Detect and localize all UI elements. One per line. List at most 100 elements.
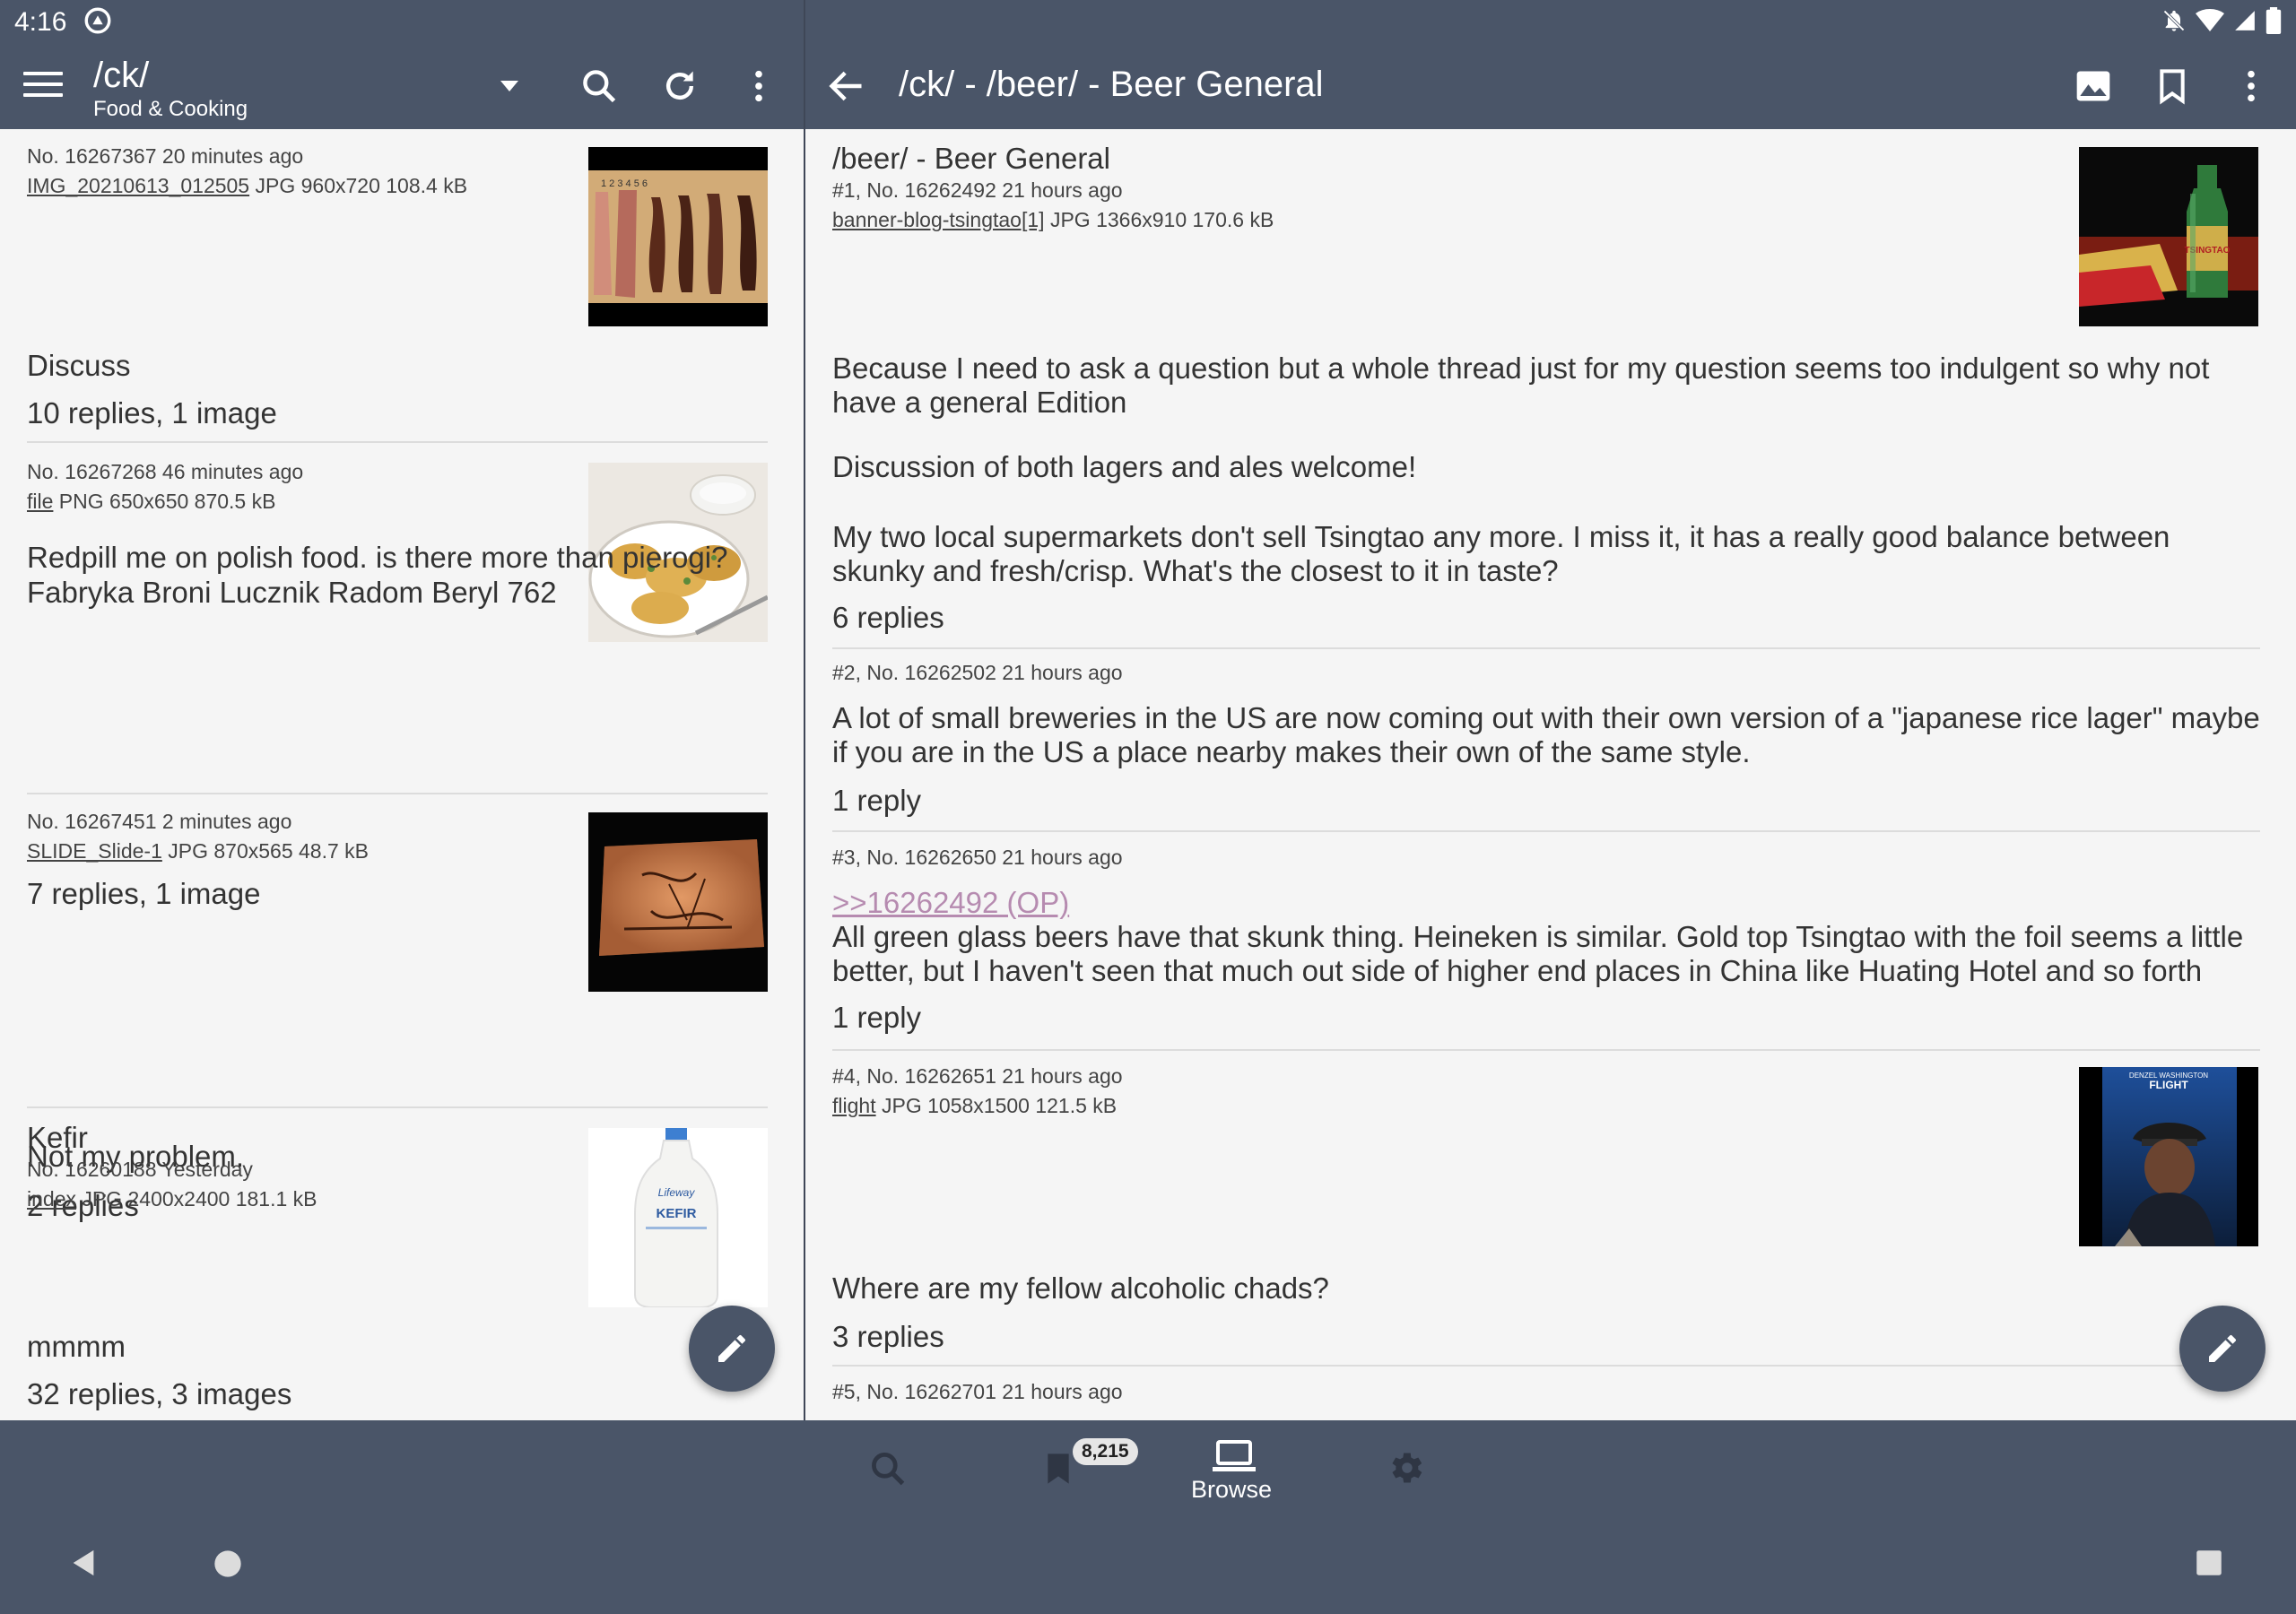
reply-count: 32 replies, 3 images [27, 1377, 292, 1410]
file-link[interactable]: IMG_20210613_012505 [27, 174, 249, 197]
reply-body: Where are my fellow alcoholic chads? [832, 1271, 2267, 1306]
panel-divider [804, 0, 805, 1420]
svg-text:FLIGHT: FLIGHT [2149, 1079, 2188, 1091]
back-arrow-icon[interactable] [827, 66, 866, 106]
separator [832, 830, 2260, 832]
op-subject: /beer/ - Beer General [832, 142, 1110, 175]
catalog-reply-button[interactable] [689, 1306, 775, 1392]
reply-post: #5, No. 16262701 21 hours ago [832, 1377, 2267, 1407]
thread-comment: mmmm [27, 1330, 126, 1363]
more-vert-icon[interactable] [741, 66, 777, 106]
pencil-icon [2209, 1335, 2236, 1362]
status-time: 4:16 [14, 7, 67, 37]
thread-thumbnail[interactable]: Lifeway KEFIR [588, 1128, 768, 1307]
file-link[interactable]: SLIDE_Slide-1 [27, 839, 162, 863]
board-title: /ck/ [93, 56, 150, 95]
post-replies[interactable]: 1 reply [832, 784, 2267, 818]
separator [27, 441, 768, 443]
top-bar: 4:16 /ck/ Food & Cooking /ck/ - /beer/ -… [0, 0, 2296, 129]
thread-title: /ck/ - /beer/ - Beer General [899, 65, 1324, 104]
file-link[interactable]: file [27, 490, 53, 513]
separator [832, 1049, 2260, 1051]
quote-link[interactable]: >>16262492 (OP) [832, 886, 2267, 920]
op-paragraph: My two local supermarkets don't sell Tsi… [832, 520, 2170, 587]
reply-post: #2, No. 16262502 21 hours ago [832, 658, 2267, 688]
svg-text:Lifeway: Lifeway [658, 1186, 696, 1199]
file-info: banner-blog-tsingtao[1] JPG 1366x910 170… [832, 208, 1274, 231]
status-icons [2161, 7, 2282, 34]
post-meta: #4, No. 16262651 21 hours ago [832, 1064, 1123, 1088]
system-back-icon[interactable] [68, 1548, 99, 1578]
catalog-replies: 32 replies, 3 images [27, 1377, 768, 1411]
file-link[interactable]: banner-blog-tsingtao[1] [832, 208, 1045, 231]
nav-settings-icon[interactable] [1385, 1447, 1426, 1488]
nav-search-icon[interactable] [868, 1449, 908, 1488]
reply-count: 10 replies, 1 image [27, 396, 277, 430]
op-body: Because I need to ask a question but a w… [832, 351, 2267, 420]
file-link[interactable]: flight [832, 1094, 876, 1117]
signal-icon [2235, 11, 2255, 30]
nav-bookmarks-icon[interactable] [1040, 1447, 1076, 1490]
system-recents-icon[interactable] [2196, 1549, 2222, 1576]
pencil-icon [718, 1335, 745, 1362]
thread-thumbnail[interactable]: 1 2 3 4 5 6 [588, 147, 768, 326]
gallery-icon[interactable] [2074, 66, 2113, 106]
search-icon[interactable] [579, 66, 619, 106]
thread-view: /beer/ - Beer General #1, No. 16262492 2… [805, 129, 2296, 1420]
reply-count[interactable]: 6 replies [832, 601, 2267, 635]
separator [832, 647, 2260, 649]
post-meta: #1, No. 16262492 21 hours ago [832, 178, 1123, 202]
bookmarks-badge: 8,215 [1073, 1438, 1138, 1465]
board-dropdown-icon[interactable] [495, 75, 524, 97]
svg-text:KEFIR: KEFIR [657, 1206, 697, 1221]
reply-count[interactable]: 3 replies [832, 1320, 2267, 1354]
separator [27, 793, 768, 794]
op-post: /beer/ - Beer General #1, No. 16262492 2… [832, 142, 2267, 235]
reply-count[interactable]: 1 reply [832, 784, 2267, 818]
op-paragraph: Discussion of both lagers and ales welco… [832, 450, 1417, 483]
post-meta: #2, No. 16262502 21 hours ago [832, 661, 1123, 684]
catalog-replies: 10 replies, 1 image [27, 396, 768, 430]
thread-more-vert-icon[interactable] [2233, 66, 2269, 106]
app-root: 4:16 /ck/ Food & Cooking /ck/ - /beer/ -… [0, 0, 2296, 1614]
post-meta: #5, No. 16262701 21 hours ago [832, 1380, 1123, 1403]
nav-browse-icon[interactable] [1213, 1438, 1256, 1474]
catalog-comment: Discuss [27, 348, 768, 383]
op-paragraph: Because I need to ask a question but a w… [832, 351, 2210, 419]
nav-browse-label[interactable]: Browse [1191, 1476, 1272, 1504]
post-text: Where are my fellow alcoholic chads? [832, 1271, 1329, 1305]
catalog-comment: mmmm [27, 1329, 768, 1364]
bottom-navigation [0, 1420, 2296, 1614]
bookmark-icon[interactable] [2154, 66, 2190, 106]
board-subtitle: Food & Cooking [93, 97, 248, 121]
reply-count[interactable]: 1 reply [832, 1001, 2267, 1035]
op-body: Discussion of both lagers and ales welco… [832, 450, 2267, 484]
separator [27, 1106, 768, 1108]
menu-icon[interactable] [23, 72, 63, 102]
system-home-icon[interactable] [213, 1549, 242, 1578]
reply-body: A lot of small breweries in the US are n… [832, 701, 2267, 769]
thread-comment: Discuss [27, 349, 131, 382]
file-link[interactable]: index [27, 1187, 76, 1210]
file-info: flight JPG 1058x1500 121.5 kB [832, 1094, 1118, 1117]
refresh-icon[interactable] [660, 66, 700, 106]
op-body: My two local supermarkets don't sell Tsi… [832, 520, 2267, 588]
notifications-off-icon [2163, 10, 2185, 31]
thread-reply-button[interactable] [2179, 1306, 2266, 1392]
post-replies[interactable]: 1 reply [832, 1001, 2267, 1035]
sync-status-icon [84, 7, 111, 34]
post-thumbnail[interactable]: DENZEL WASHINGTON FLIGHT [2079, 1067, 2258, 1246]
catalog-list: No. 16267367 20 minutes ago IMG_20210613… [0, 129, 804, 1420]
reply-post: #3, No. 16262650 21 hours ago [832, 843, 2267, 872]
post-text: All green glass beers have that skunk th… [832, 920, 2244, 987]
catalog-comment: Redpill me on polish food. is there more… [27, 540, 768, 610]
op-thumbnail[interactable]: TSINGTAO [2079, 147, 2258, 326]
post-replies[interactable]: 3 replies [832, 1320, 2267, 1354]
op-replies[interactable]: 6 replies [832, 601, 2267, 635]
post-text: A lot of small breweries in the US are n… [832, 701, 2260, 768]
post-meta: #3, No. 16262650 21 hours ago [832, 846, 1123, 869]
thread-thumbnail[interactable] [588, 812, 768, 992]
reply-body: >>16262492 (OP) All green glass beers ha… [832, 886, 2267, 988]
separator [832, 1365, 2260, 1367]
svg-text:1 2 3 4 5 6: 1 2 3 4 5 6 [601, 178, 648, 189]
